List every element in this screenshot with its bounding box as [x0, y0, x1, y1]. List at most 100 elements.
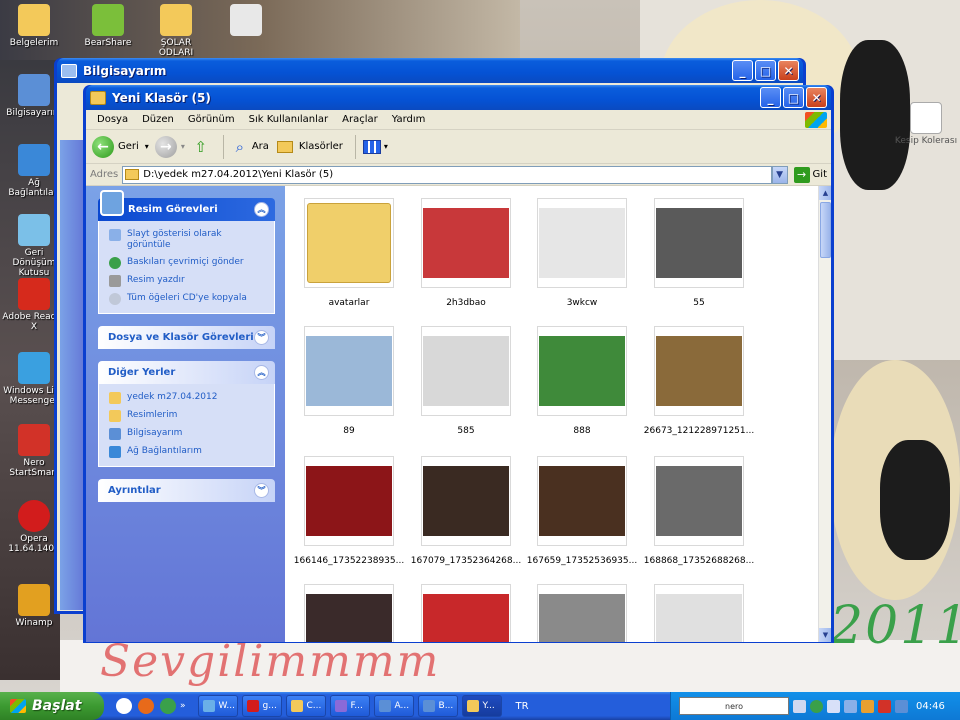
picture-tasks-header[interactable]: Resim Görevleri ︽	[98, 190, 275, 221]
expand-icon[interactable]: ︾	[254, 330, 269, 345]
tray-icon-5[interactable]	[861, 699, 874, 713]
menu-dosya[interactable]: Dosya	[90, 114, 135, 125]
language-indicator[interactable]: TR	[516, 701, 529, 712]
quicklaunch-firefox-icon[interactable]	[138, 698, 154, 714]
expand-icon[interactable]: ︾	[254, 483, 269, 498]
start-button[interactable]: Başlat	[0, 692, 104, 720]
tray-icon-3[interactable]	[827, 699, 840, 713]
tray-icon-1[interactable]	[793, 699, 806, 713]
tray-icon-4[interactable]	[844, 699, 857, 713]
explorer-titlebar[interactable]: Yeni Klasör (5) _ □ ✕	[86, 85, 831, 110]
close-button[interactable]: ✕	[778, 60, 799, 81]
maximize-button[interactable]: □	[755, 60, 776, 81]
quicklaunch-more-icon[interactable]: »	[180, 701, 186, 711]
menu-duzen[interactable]: Düzen	[135, 114, 181, 125]
collapse-icon[interactable]: ︽	[254, 202, 269, 217]
maximize-button[interactable]: □	[783, 87, 804, 108]
other-places-header[interactable]: Diğer Yerler ︽	[98, 361, 275, 384]
menu-yardim[interactable]: Yardım	[385, 114, 433, 125]
explorer-window[interactable]: Yeni Klasör (5) _ □ ✕ Dosya Düzen Görünü…	[83, 85, 834, 643]
desktop-icon-kesip-kolerasi[interactable]: Kesip Kolerası	[894, 102, 958, 146]
printer-icon	[109, 275, 121, 287]
up-button[interactable]: ⇧	[191, 137, 211, 157]
menu-sik-kullanilanlar[interactable]: Sık Kullanılanlar	[242, 114, 336, 125]
desktop-icon-sarkilar[interactable]: ŞOLAR ODLARI	[144, 4, 208, 58]
tray-icon-7[interactable]	[895, 699, 908, 713]
bilgisayarim-titlebar[interactable]: Bilgisayarım _ □ ✕	[57, 58, 803, 83]
scroll-thumb[interactable]	[820, 202, 831, 258]
image-tile[interactable]: 166146_17352238935...	[293, 456, 405, 566]
task-copy-cd[interactable]: Tüm öğeleri CD'ye kopyala	[109, 293, 266, 305]
file-view: avatarlar 2h3dbao 3wkcw 55 89 585 888 26673_121…	[285, 186, 831, 642]
nero-tray-box[interactable]: nero	[679, 697, 789, 715]
taskbar-button[interactable]: g...	[241, 695, 282, 717]
taskbar-button[interactable]: B...	[417, 695, 458, 717]
image-tile[interactable]: 26673_121228971251...	[643, 326, 755, 436]
close-button[interactable]: ✕	[806, 87, 827, 108]
chevron-down-icon[interactable]: ▾	[145, 142, 149, 151]
search-button[interactable]: ⌕ Ara	[230, 137, 269, 157]
address-dropdown-button[interactable]: ▼	[771, 165, 788, 184]
image-tile[interactable]: 888	[526, 326, 638, 436]
minimize-button[interactable]: _	[760, 87, 781, 108]
menu-gorunum[interactable]: Görünüm	[181, 114, 242, 125]
taskbar-button[interactable]: A...	[373, 695, 414, 717]
desktop-icon-file[interactable]	[214, 4, 278, 38]
taskbar-button[interactable]: W...	[197, 695, 238, 717]
image-tile[interactable]	[410, 584, 522, 642]
back-button[interactable]: ← Geri ▾	[92, 135, 149, 158]
place-bilgisayarim[interactable]: Bilgisayarım	[109, 428, 266, 440]
collapse-icon[interactable]: ︽	[254, 365, 269, 380]
views-button[interactable]: ▾	[362, 137, 388, 157]
app-icon	[202, 700, 215, 712]
quicklaunch-chrome-icon[interactable]	[160, 698, 176, 714]
adobe-reader-icon	[18, 278, 50, 310]
taskbar-button[interactable]: F...	[329, 695, 370, 717]
quicklaunch-wordpress-icon[interactable]	[116, 698, 132, 714]
wallpaper-text-right: 2011	[830, 596, 960, 656]
image-tile[interactable]	[643, 584, 755, 642]
file-name: 168868_17352688268...	[643, 556, 755, 566]
vertical-scrollbar[interactable]: ▲ ▼	[818, 186, 831, 642]
image-tile[interactable]	[526, 584, 638, 642]
scroll-down-button[interactable]: ▼	[819, 628, 831, 642]
image-tile[interactable]: 2h3dbao	[410, 198, 522, 308]
go-button[interactable]: → Git	[793, 166, 827, 183]
place-ag-baglantilarim[interactable]: Ağ Bağlantılarım	[109, 446, 266, 458]
task-slideshow[interactable]: Slayt gösterisi olarak görüntüle	[109, 229, 266, 251]
image-tile[interactable]: 167079_17352364268...	[410, 456, 522, 566]
image-tile[interactable]	[293, 584, 405, 642]
folder-icon	[109, 392, 121, 404]
photo-preview	[539, 594, 625, 642]
desktop-icon-belgelerim[interactable]: Belgelerim	[2, 4, 66, 48]
tray-icon-6[interactable]	[878, 699, 891, 713]
file-name: 26673_121228971251...	[643, 426, 755, 436]
file-tasks-header[interactable]: Dosya ve Klasör Görevleri ︾	[98, 326, 275, 349]
image-tile[interactable]: 167659_17352536935...	[526, 456, 638, 566]
scroll-up-button[interactable]: ▲	[819, 186, 831, 200]
folder-thumbnail	[304, 198, 394, 288]
task-pane: Resim Görevleri ︽ Slayt gösterisi olarak…	[86, 186, 285, 642]
back-arrow-icon: ←	[92, 135, 114, 158]
task-order-prints[interactable]: Baskıları çevrimiçi gönder	[109, 257, 266, 269]
place-resimlerim[interactable]: Resimlerim	[109, 410, 266, 422]
image-tile[interactable]: 89	[293, 326, 405, 436]
image-thumbnail	[654, 456, 744, 546]
taskbar-button[interactable]: C...	[285, 695, 326, 717]
task-print[interactable]: Resim yazdır	[109, 275, 266, 287]
folders-button[interactable]: Klasörler	[275, 137, 343, 157]
place-yedek[interactable]: yedek m27.04.2012	[109, 392, 266, 404]
folder-tile[interactable]: avatarlar	[293, 198, 405, 308]
details-header[interactable]: Ayrıntılar ︾	[98, 479, 275, 502]
image-tile[interactable]: 585	[410, 326, 522, 436]
forward-button[interactable]: → ▾	[154, 135, 185, 158]
desktop-icon-bearshare[interactable]: BearShare	[76, 4, 140, 48]
taskbar-button[interactable]: Y...	[461, 695, 502, 717]
image-tile[interactable]: 3wkcw	[526, 198, 638, 308]
menu-araclar[interactable]: Araçlar	[335, 114, 385, 125]
image-tile[interactable]: 168868_17352688268...	[643, 456, 755, 566]
image-tile[interactable]: 55	[643, 198, 755, 308]
minimize-button[interactable]: _	[732, 60, 753, 81]
tray-icon-2[interactable]	[810, 699, 823, 713]
address-input[interactable]: D:\yedek m27.04.2012\Yeni Klasör (5)	[122, 165, 772, 184]
